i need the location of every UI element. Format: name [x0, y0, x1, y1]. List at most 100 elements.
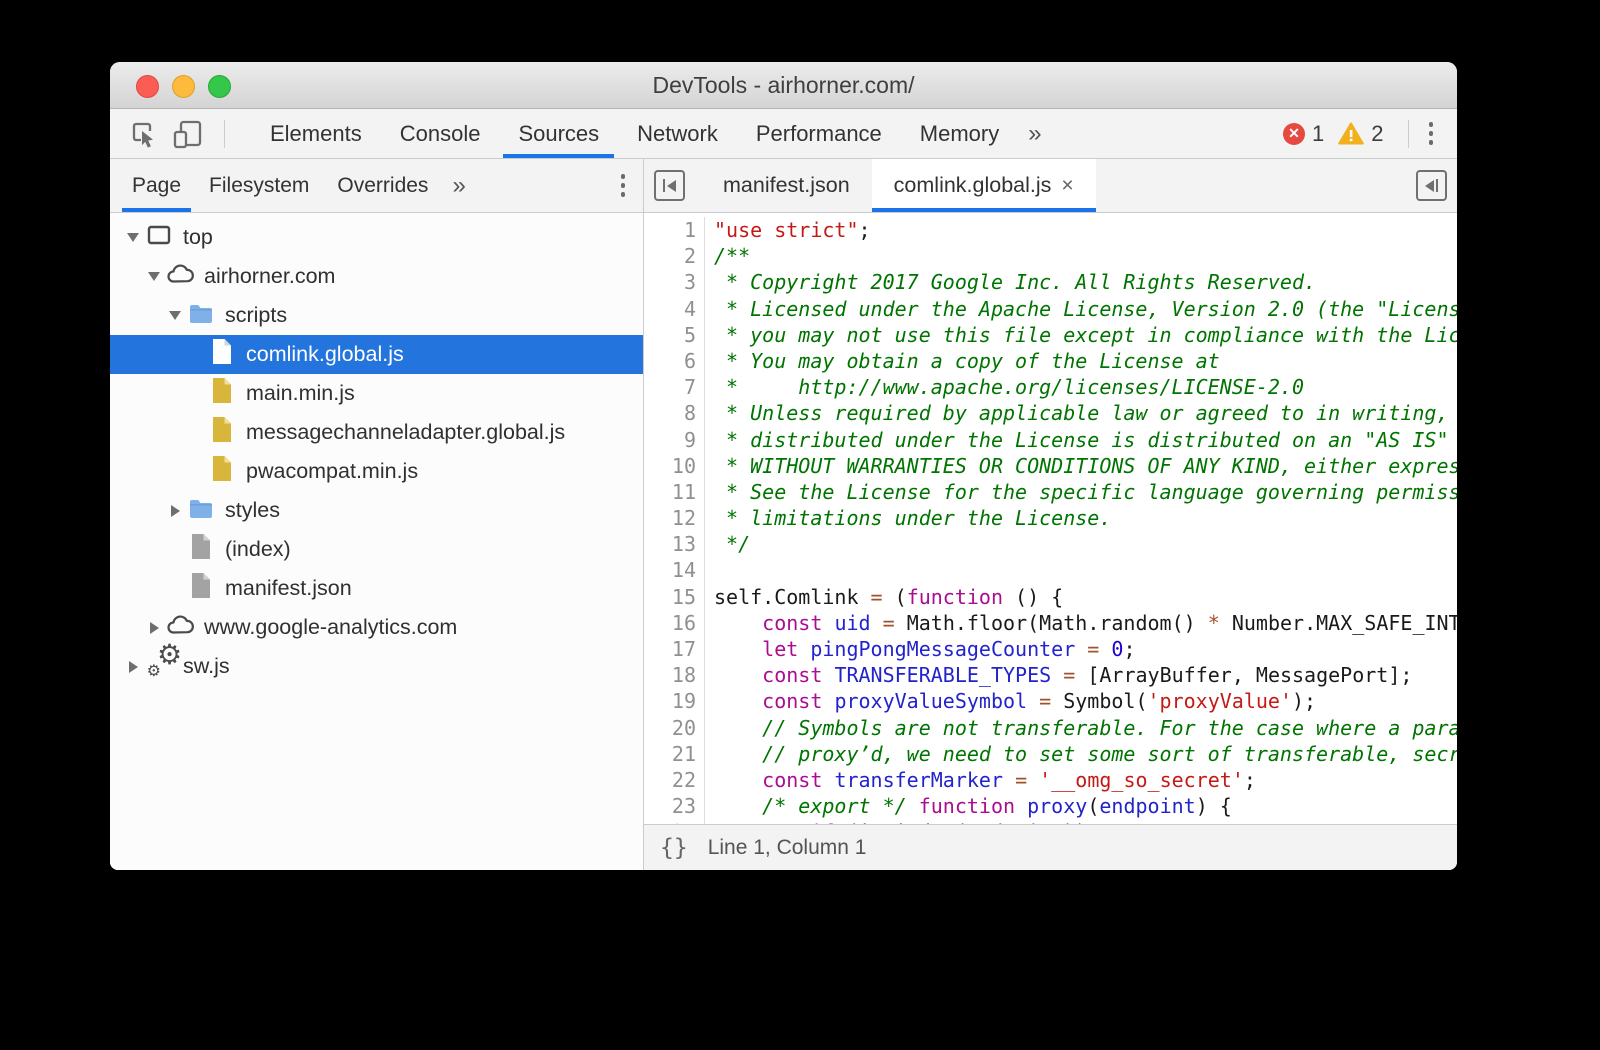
- tab-memory[interactable]: Memory: [901, 109, 1018, 158]
- code-line[interactable]: // Symbols are not transferable. For the…: [714, 715, 1457, 741]
- inspect-element-button[interactable]: [126, 116, 162, 152]
- close-window-button[interactable]: [136, 75, 159, 98]
- inspect-cursor-icon: [129, 119, 159, 149]
- code-line[interactable]: * Unless required by applicable law or a…: [714, 400, 1457, 426]
- line-number: 14: [644, 557, 696, 583]
- code-line[interactable]: const transferMarker = '__omg_so_secret'…: [714, 767, 1457, 793]
- code-line[interactable]: self.Comlink = (function () {: [714, 584, 1457, 610]
- navigator-tab-page[interactable]: Page: [118, 159, 195, 212]
- debugger-toggle-icon[interactable]: [1416, 170, 1447, 201]
- tab-console[interactable]: Console: [381, 109, 500, 158]
- code-line[interactable]: // proxy’d, we need to set some sort of …: [714, 741, 1457, 767]
- tab-sources[interactable]: Sources: [499, 109, 618, 158]
- code-line[interactable]: const proxyValueSymbol = Symbol('proxyVa…: [714, 688, 1457, 714]
- zoom-window-button[interactable]: [208, 75, 231, 98]
- close-icon[interactable]: ×: [1061, 174, 1073, 198]
- tree-item-sw-js[interactable]: ⚙⚙sw.js: [110, 647, 643, 686]
- navigator-tab-overrides[interactable]: Overrides: [323, 159, 442, 212]
- file-yellow-icon: [211, 416, 233, 449]
- tab-performance[interactable]: Performance: [737, 109, 901, 158]
- folder-icon: [188, 301, 214, 331]
- tree-item-main-min-js[interactable]: main.min.js: [110, 374, 643, 413]
- navigator-menu-button[interactable]: [611, 168, 636, 203]
- line-number: 3: [644, 269, 696, 295]
- navigator-tabs: PageFilesystemOverrides: [118, 159, 442, 212]
- editor-status-bar: {} Line 1, Column 1: [644, 824, 1457, 870]
- error-badge[interactable]: ✕ 1: [1283, 121, 1324, 147]
- tab-network[interactable]: Network: [618, 109, 737, 158]
- file-white-icon: [211, 338, 233, 371]
- code-line[interactable]: * limitations under the License.: [714, 505, 1457, 531]
- chevron-right-icon[interactable]: [122, 661, 144, 673]
- code-line[interactable]: * Copyright 2017 Google Inc. All Rights …: [714, 269, 1457, 295]
- warning-badge[interactable]: 2: [1338, 121, 1383, 147]
- chevron-right-icon[interactable]: [164, 505, 186, 517]
- tree-item-pwacompat-min-js[interactable]: pwacompat.min.js: [110, 452, 643, 491]
- line-number: 22: [644, 767, 696, 793]
- source-viewer[interactable]: 123456789101112131415161718192021222324 …: [644, 213, 1457, 824]
- pretty-print-icon[interactable]: {}: [660, 835, 688, 861]
- tree-item-www-google-analytics-com[interactable]: www.google-analytics.com: [110, 608, 643, 647]
- tree-item-comlink-global-js[interactable]: comlink.global.js: [110, 335, 643, 374]
- editor-tabs: manifest.jsoncomlink.global.js×: [701, 159, 1416, 212]
- chevron-down-icon[interactable]: [164, 311, 186, 320]
- toolbar-divider: [224, 120, 225, 148]
- code-line[interactable]: let pingPongMessageCounter = 0;: [714, 636, 1457, 662]
- code-line[interactable]: */: [714, 531, 1457, 557]
- code-line[interactable]: "use strict";: [714, 217, 1457, 243]
- file-yellow-icon: [211, 455, 233, 488]
- tree-item-label: (index): [225, 537, 291, 562]
- folder-icon: [188, 496, 214, 526]
- title-bar[interactable]: DevTools - airhorner.com/: [110, 62, 1457, 109]
- line-number: 23: [644, 793, 696, 819]
- tree-item-airhorner-com[interactable]: airhorner.com: [110, 257, 643, 296]
- tree-item-scripts[interactable]: scripts: [110, 296, 643, 335]
- tree-item-label: www.google-analytics.com: [204, 615, 457, 640]
- navigator-pane: PageFilesystemOverrides » topairhorner.c…: [110, 159, 644, 870]
- more-panels-button[interactable]: »: [1018, 109, 1051, 158]
- code-lines[interactable]: "use strict";/** * Copyright 2017 Google…: [705, 217, 1457, 824]
- line-number: 10: [644, 453, 696, 479]
- tree-item-label: manifest.json: [225, 576, 352, 601]
- code-line[interactable]: * distributed under the License is distr…: [714, 427, 1457, 453]
- navigator-toggle-icon[interactable]: [654, 170, 685, 201]
- editor-tab-manifest-json[interactable]: manifest.json: [701, 159, 872, 212]
- tree-item--index-[interactable]: (index): [110, 530, 643, 569]
- device-toolbar-icon: [172, 119, 204, 149]
- tree-item-top[interactable]: top: [110, 218, 643, 257]
- code-line[interactable]: const uid = Math.floor(Math.random() * N…: [714, 610, 1457, 636]
- code-line[interactable]: /**: [714, 243, 1457, 269]
- minimize-window-button[interactable]: [172, 75, 195, 98]
- tree-item-label: pwacompat.min.js: [246, 459, 418, 484]
- chevron-down-icon[interactable]: [122, 233, 144, 242]
- more-navigator-tabs-button[interactable]: »: [442, 159, 475, 212]
- code-line[interactable]: [714, 557, 1457, 583]
- warning-count: 2: [1371, 121, 1383, 147]
- line-number: 13: [644, 531, 696, 557]
- code-line[interactable]: * WITHOUT WARRANTIES OR CONDITIONS OF AN…: [714, 453, 1457, 479]
- line-number: 20: [644, 715, 696, 741]
- customize-devtools-button[interactable]: [1419, 116, 1444, 151]
- line-number: 15: [644, 584, 696, 610]
- devtools-toolbar: ElementsConsoleSourcesNetworkPerformance…: [110, 109, 1457, 159]
- chevron-right-icon[interactable]: [143, 622, 165, 634]
- device-toolbar-button[interactable]: [170, 116, 206, 152]
- chevron-down-icon[interactable]: [143, 272, 165, 281]
- code-line[interactable]: * you may not use this file except in co…: [714, 322, 1457, 348]
- code-line[interactable]: * You may obtain a copy of the License a…: [714, 348, 1457, 374]
- tree-item-styles[interactable]: styles: [110, 491, 643, 530]
- code-line[interactable]: /* export */ function proxy(endpoint) {: [714, 793, 1457, 819]
- code-line[interactable]: const TRANSFERABLE_TYPES = [ArrayBuffer,…: [714, 662, 1457, 688]
- code-line[interactable]: * Licensed under the Apache License, Ver…: [714, 296, 1457, 322]
- code-line[interactable]: * http://www.apache.org/licenses/LICENSE…: [714, 374, 1457, 400]
- line-number: 4: [644, 296, 696, 322]
- editor-tab-comlink-global-js[interactable]: comlink.global.js×: [872, 159, 1096, 212]
- code-line[interactable]: * See the License for the specific langu…: [714, 479, 1457, 505]
- window-title: DevTools - airhorner.com/: [652, 72, 914, 99]
- tree-item-manifest-json[interactable]: manifest.json: [110, 569, 643, 608]
- file-tree: topairhorner.comscriptscomlink.global.js…: [110, 213, 643, 870]
- navigator-tab-filesystem[interactable]: Filesystem: [195, 159, 323, 212]
- tree-item-messagechanneladapter-global-js[interactable]: messagechanneladapter.global.js: [110, 413, 643, 452]
- tab-elements[interactable]: Elements: [251, 109, 381, 158]
- line-number: 2: [644, 243, 696, 269]
